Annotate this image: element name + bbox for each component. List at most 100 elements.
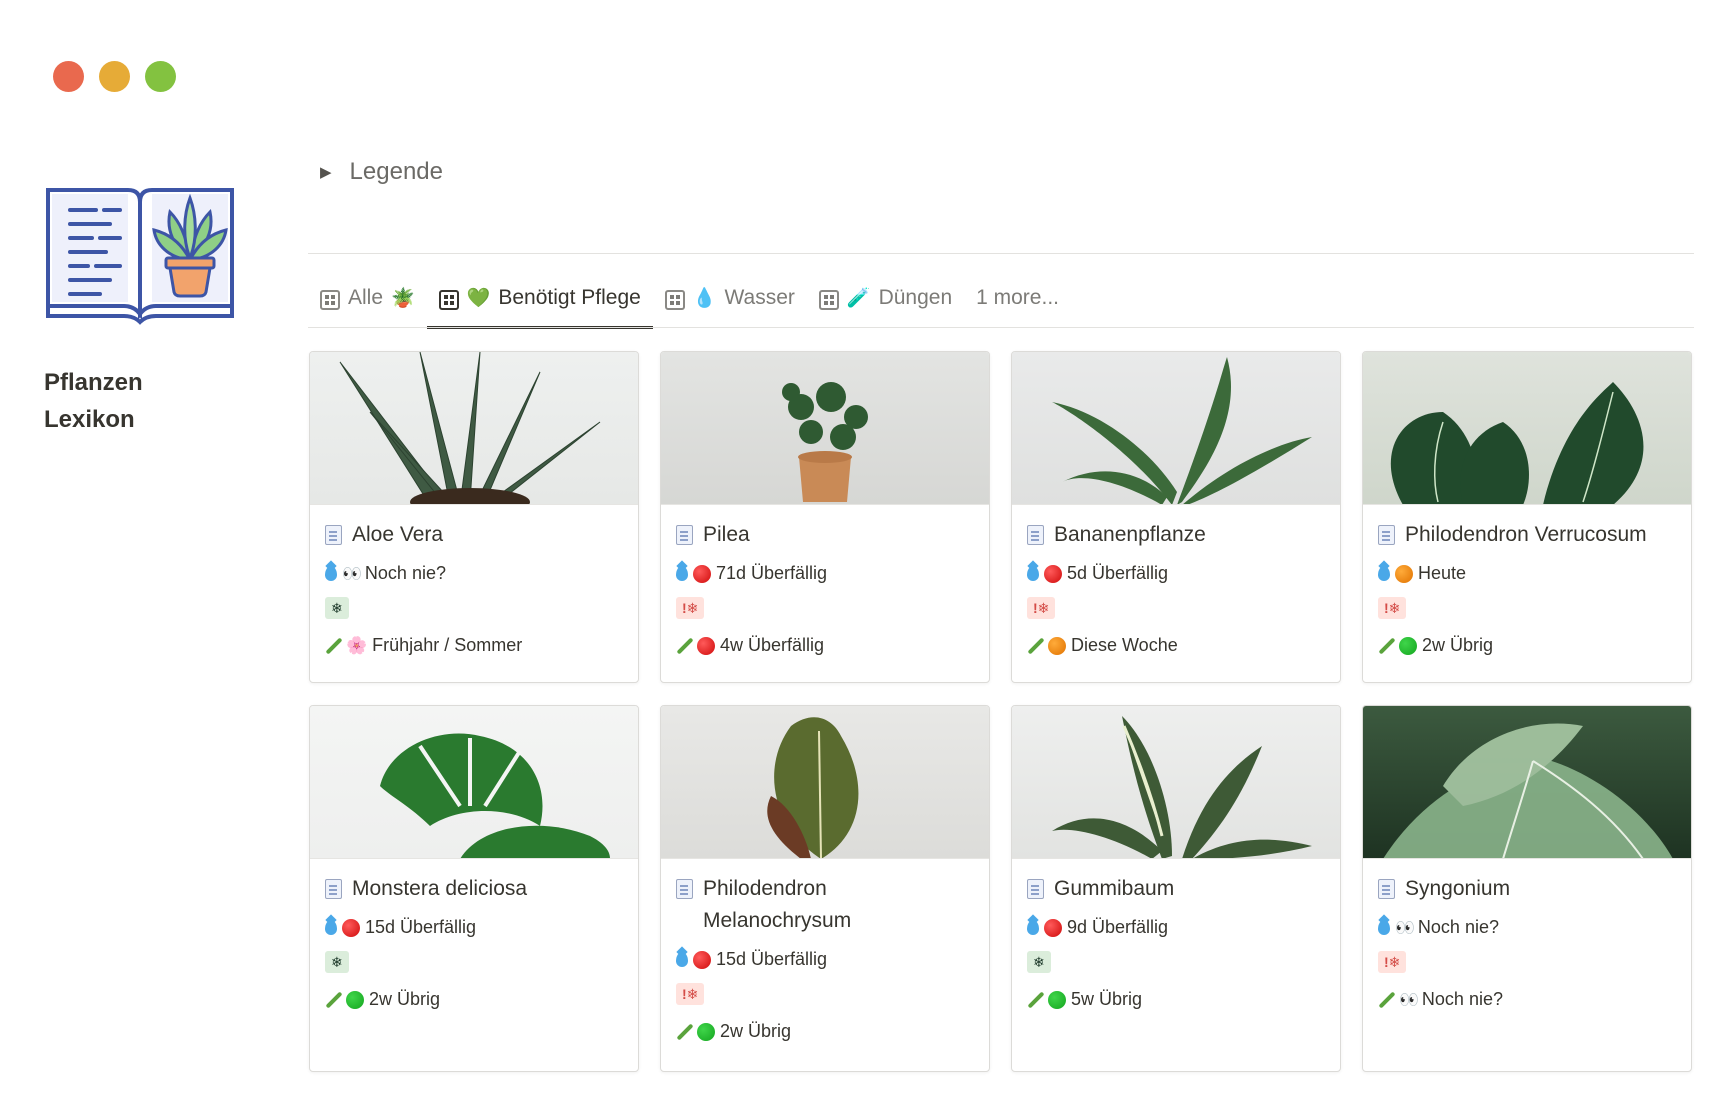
winter-tag-row: !❄ — [1378, 951, 1676, 986]
winter-tag: ❄ — [1027, 951, 1051, 973]
page-title-line-2: Lexikon — [44, 406, 135, 433]
water-status-text: Heute — [1418, 563, 1467, 583]
toggle-label: Legende — [349, 158, 443, 185]
plant-card[interactable]: Philodendron Verrucosum Heute !❄ 2w Übrig — [1362, 351, 1692, 683]
window-controls — [53, 61, 176, 92]
orange-circle-icon — [1395, 564, 1413, 583]
water-status-text: 15d Überfällig — [716, 949, 828, 969]
card-title: Gummibaum — [1027, 873, 1325, 905]
maximize-window-button[interactable] — [145, 61, 176, 92]
green-circle-icon — [1399, 636, 1417, 655]
gallery-view-icon — [320, 290, 340, 310]
minimize-window-button[interactable] — [99, 61, 130, 92]
droplet-icon — [1378, 920, 1390, 935]
plant-book-icon — [44, 174, 236, 326]
fertilize-status-text: 5w Übrig — [1071, 989, 1143, 1009]
plant-card[interactable]: Pilea 71d Überfällig !❄ 4w Überfällig — [660, 351, 990, 683]
eyes-icon: 👀 — [1399, 991, 1419, 1009]
page-title: Pflanzen Lexikon — [44, 364, 143, 438]
orange-circle-icon — [1048, 636, 1066, 655]
fertilize-status-text: 4w Überfällig — [720, 635, 825, 655]
fertilize-status: 2w Übrig — [325, 986, 623, 1013]
water-status: 5d Überfällig — [1027, 560, 1325, 587]
water-status: 👀 Noch nie? — [1378, 914, 1676, 941]
droplet-icon — [325, 566, 337, 581]
card-body: Syngonium 👀 Noch nie? !❄ 👀 Noch nie? — [1363, 859, 1691, 1013]
droplet-icon — [1027, 920, 1039, 935]
card-body: Bananenpflanze 5d Überfällig !❄ Diese Woche — [1012, 505, 1340, 659]
fertilize-status: 2w Übrig — [676, 1018, 974, 1045]
plant-name: Philodendron Verrucosum — [1405, 523, 1647, 546]
red-circle-icon — [697, 636, 715, 655]
winter-tag: ❄ — [325, 597, 349, 619]
water-status: 15d Überfällig — [325, 914, 623, 941]
card-body: Pilea 71d Überfällig !❄ 4w Überfällig — [661, 505, 989, 659]
plant-card[interactable]: Syngonium 👀 Noch nie? !❄ 👀 Noch nie? — [1362, 705, 1692, 1072]
winter-tag: !❄ — [676, 983, 705, 1005]
tab-wasser[interactable]: 💧 Wasser — [653, 283, 807, 328]
legende-toggle[interactable]: ▶ Legende — [320, 158, 443, 186]
plant-name: Gummibaum — [1054, 877, 1175, 900]
toggle-triangle-icon[interactable]: ▶ — [320, 163, 332, 181]
card-body: Monstera deliciosa 15d Überfällig ❄ 2w Übri… — [310, 859, 638, 1013]
close-window-button[interactable] — [53, 61, 84, 92]
plant-card[interactable]: Monstera deliciosa 15d Überfällig ❄ 2w Übri… — [309, 705, 639, 1072]
plant-cover-image — [1012, 706, 1340, 859]
test-tube-icon — [1027, 992, 1043, 1008]
plant-cover-image — [1363, 352, 1691, 505]
page-icon — [1378, 879, 1395, 899]
tab-label: Düngen — [878, 286, 953, 309]
water-status-text: Noch nie? — [364, 563, 446, 583]
water-status: Heute — [1378, 560, 1676, 587]
plant-cover-image — [1012, 352, 1340, 505]
card-title: Bananenpflanze — [1027, 519, 1325, 551]
tab-label: Wasser — [724, 286, 795, 309]
fertilize-status: 👀 Noch nie? — [1378, 986, 1676, 1013]
plant-gallery: Aloe Vera 👀 Noch nie? ❄ 🌸 Frühjahr / Sommer Pi… — [309, 351, 1692, 1072]
plant-card[interactable]: Aloe Vera 👀 Noch nie? ❄ 🌸 Frühjahr / Sommer — [309, 351, 639, 683]
test-tube-icon — [325, 638, 341, 654]
fertilize-status-text: 2w Übrig — [720, 1021, 792, 1041]
fertilize-status: 🌸 Frühjahr / Sommer — [325, 632, 623, 659]
card-body: Philodendron Melanochrysum 15d Überfällig… — [661, 859, 989, 1045]
card-body: Philodendron Verrucosum Heute !❄ 2w Übrig — [1363, 505, 1691, 659]
gallery-view-icon — [818, 290, 839, 310]
water-status-text: 9d Überfällig — [1067, 917, 1169, 937]
more-tabs-button[interactable]: 1 more... — [964, 283, 1071, 328]
plant-name: Aloe Vera — [352, 523, 444, 546]
fertilize-status-text: 2w Übrig — [1422, 635, 1494, 655]
tab-duengen[interactable]: 🧪 Düngen — [807, 283, 964, 328]
tabs-divider — [308, 327, 1694, 328]
plant-cover-image — [1363, 706, 1691, 859]
winter-tag-row: !❄ — [676, 597, 974, 632]
more-tabs-label: 1 more... — [976, 286, 1059, 309]
water-status-text: 5d Überfällig — [1067, 563, 1169, 583]
droplet-icon — [1378, 566, 1390, 581]
tab-label: Alle — [348, 286, 384, 309]
water-status: 👀 Noch nie? — [325, 560, 623, 587]
eyes-icon: 👀 — [342, 565, 362, 583]
plant-card[interactable]: Gummibaum 9d Überfällig ❄ 5w Übrig — [1011, 705, 1341, 1072]
test-tube-icon — [676, 638, 692, 654]
droplet-icon: 💧 — [692, 288, 717, 309]
test-tube-icon: 🧪 — [846, 288, 871, 309]
droplet-icon — [1027, 566, 1039, 581]
winter-tag: !❄ — [1378, 597, 1407, 619]
winter-tag-row: !❄ — [676, 983, 974, 1018]
page-icon — [325, 525, 342, 545]
green-heart-icon: 💚 — [466, 288, 491, 309]
test-tube-icon — [325, 992, 341, 1008]
fertilize-status: 5w Übrig — [1027, 986, 1325, 1013]
card-title: Syngonium — [1378, 873, 1676, 905]
plant-cover-image — [310, 706, 638, 859]
tab-label: Benötigt Pflege — [498, 286, 641, 309]
tab-alle[interactable]: Alle 🪴 — [308, 283, 427, 328]
winter-tag: !❄ — [1027, 597, 1056, 619]
card-title: Philodendron Verrucosum — [1378, 519, 1676, 551]
tab-benoetigt-pflege[interactable]: 💚 Benötigt Pflege — [426, 283, 653, 329]
plant-name: Pilea — [703, 523, 750, 546]
winter-tag-row: ❄ — [325, 951, 623, 986]
plant-card[interactable]: Bananenpflanze 5d Überfällig !❄ Diese Woche — [1011, 351, 1341, 683]
plant-card[interactable]: Philodendron Melanochrysum 15d Überfällig… — [660, 705, 990, 1072]
droplet-icon — [676, 952, 688, 967]
